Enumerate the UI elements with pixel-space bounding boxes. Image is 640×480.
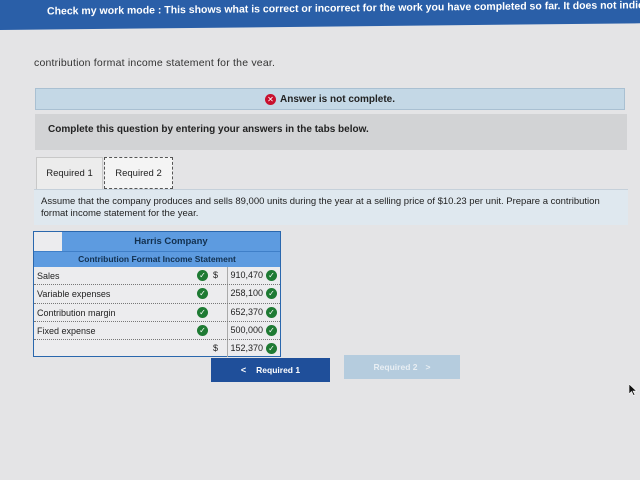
answer-status-bar: ✕ Answer is not complete. — [35, 88, 625, 110]
statement-title: Contribution Format Income Statement — [34, 251, 280, 267]
company-name: Harris Company — [62, 232, 280, 251]
table-row: $ 152,370 ✓ — [34, 340, 280, 358]
table-row: Sales ✓ $ 910,470 ✓ — [34, 267, 280, 286]
tab-label: Required 2 — [115, 167, 162, 179]
check-icon: ✓ — [266, 288, 277, 300]
currency-symbol: $ — [213, 343, 219, 354]
table-row: Variable expenses ✓ 258,100 ✓ — [34, 285, 280, 304]
income-statement-table: Harris Company Contribution Format Incom… — [33, 231, 281, 358]
instruction-text: Complete this question by entering your … — [48, 124, 369, 135]
amount-input[interactable]: 500,000 — [230, 325, 263, 335]
amount-input[interactable]: 910,470 — [230, 270, 263, 280]
check-icon: ✓ — [266, 343, 277, 355]
amount-input[interactable]: 152,370 — [230, 343, 263, 353]
row-label[interactable]: Fixed expense — [37, 326, 187, 336]
question-panel: Assume that the company produces and sel… — [34, 189, 628, 225]
instruction-bar: Complete this question by entering your … — [35, 114, 627, 150]
cutoff-question-text: contribution format income statement for… — [34, 57, 276, 66]
prev-required-1-button[interactable]: < Required 1 — [211, 358, 330, 382]
table-row: Fixed expense ✓ 500,000 ✓ — [34, 321, 280, 341]
check-icon: ✓ — [266, 270, 277, 281]
amount-input[interactable]: 652,370 — [230, 307, 263, 317]
tab-required-1[interactable]: Required 1 — [36, 157, 103, 189]
tab-label: Required 1 — [46, 168, 93, 179]
check-icon: ✓ — [266, 306, 277, 318]
banner-text: Check my work mode : This shows what is … — [47, 0, 640, 18]
mouse-pointer-icon — [629, 384, 637, 396]
check-icon: ✓ — [266, 324, 277, 336]
chevron-left-icon: < — [240, 365, 247, 375]
label-cell — [34, 340, 228, 358]
x-circle-icon: ✕ — [264, 93, 276, 105]
check-icon: ✓ — [197, 324, 208, 336]
tab-required-2[interactable]: Required 2 — [104, 157, 173, 189]
answer-status-text: Answer is not complete. — [279, 93, 396, 105]
amount-input[interactable]: 258,100 — [230, 288, 263, 298]
next-button-label: Required 2 — [373, 362, 418, 372]
next-required-2-button[interactable]: Required 2 > — [344, 355, 460, 379]
row-label[interactable]: Sales — [37, 271, 187, 281]
check-icon: ✓ — [197, 306, 208, 318]
table-row: Contribution margin ✓ 652,370 ✓ — [34, 303, 280, 322]
check-icon: ✓ — [197, 270, 208, 281]
question-text: Assume that the company produces and sel… — [41, 196, 600, 219]
chevron-right-icon: > — [425, 362, 431, 372]
currency-symbol: $ — [213, 270, 219, 280]
prev-button-label: Required 1 — [256, 365, 301, 375]
row-label[interactable]: Contribution margin — [37, 308, 187, 318]
row-label[interactable]: Variable expenses — [37, 289, 187, 299]
check-my-work-banner: Check my work mode : This shows what is … — [0, 0, 640, 30]
